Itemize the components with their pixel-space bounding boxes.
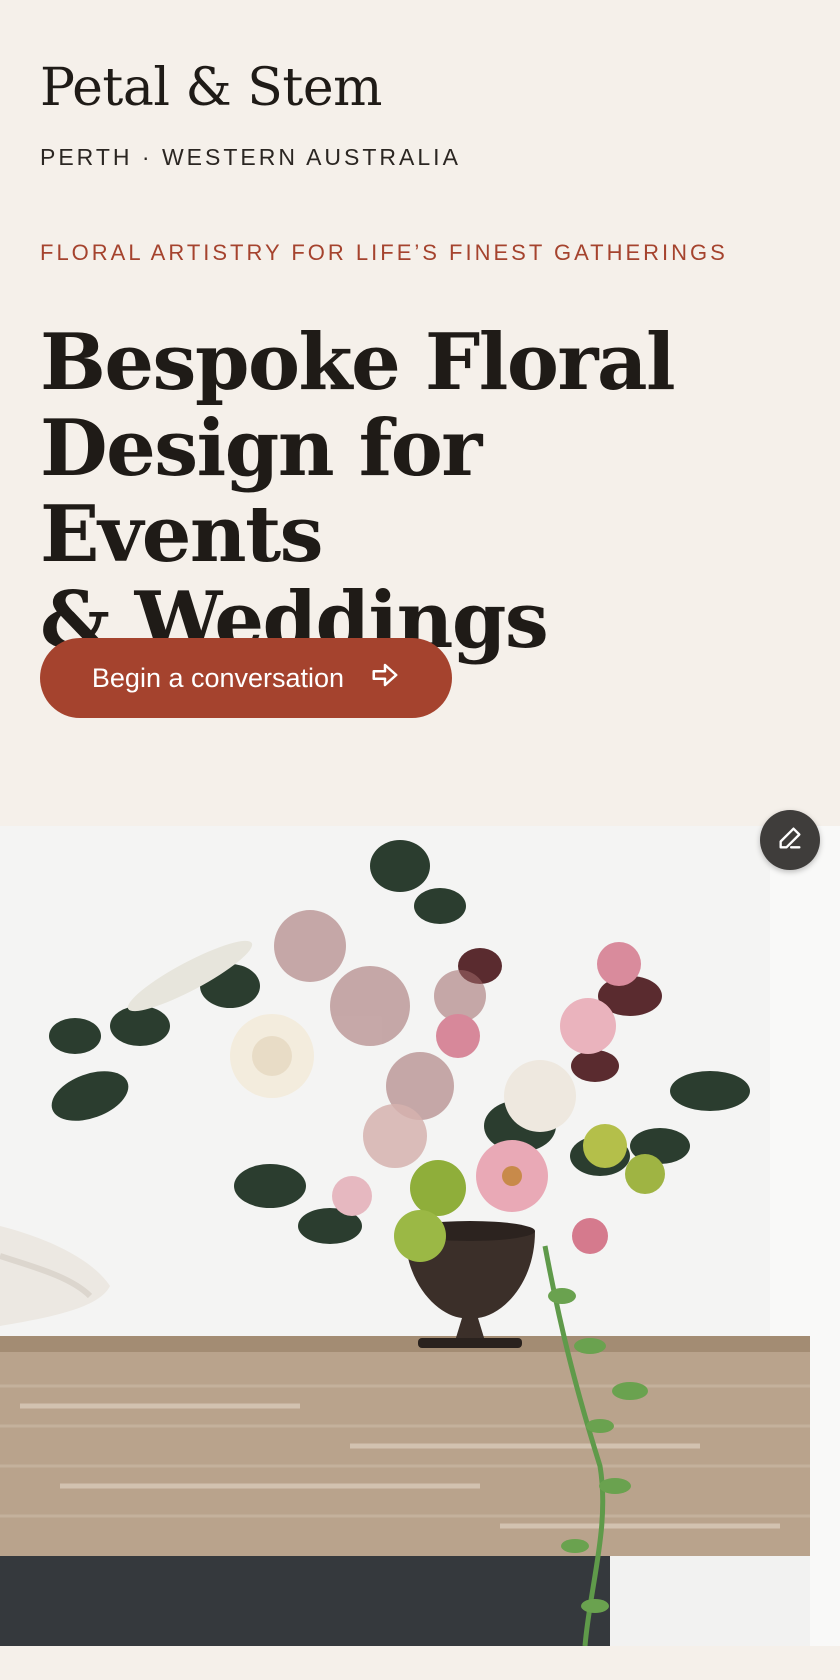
edit-button[interactable] [760, 810, 820, 870]
headline-line-1: Bespoke Floral [40, 317, 676, 408]
hero-image [0, 826, 840, 1646]
floral-arrangement-photo [0, 826, 840, 1646]
begin-conversation-button[interactable]: Begin a conversation [40, 638, 452, 718]
arrow-right-icon [370, 660, 400, 697]
hero-headline: Bespoke Floral Design for Events & Weddi… [40, 320, 760, 664]
headline-line-2: Design for Events [40, 403, 482, 580]
cta-label: Begin a conversation [91, 662, 345, 693]
brand-name[interactable]: Petal & Stem [40, 56, 382, 120]
hero-tagline: FLORAL ARTISTRY FOR LIFE’S FINEST GATHER… [40, 240, 728, 265]
location-label: PERTH · WESTERN AUSTRALIA [40, 144, 461, 170]
pencil-icon [776, 824, 804, 857]
